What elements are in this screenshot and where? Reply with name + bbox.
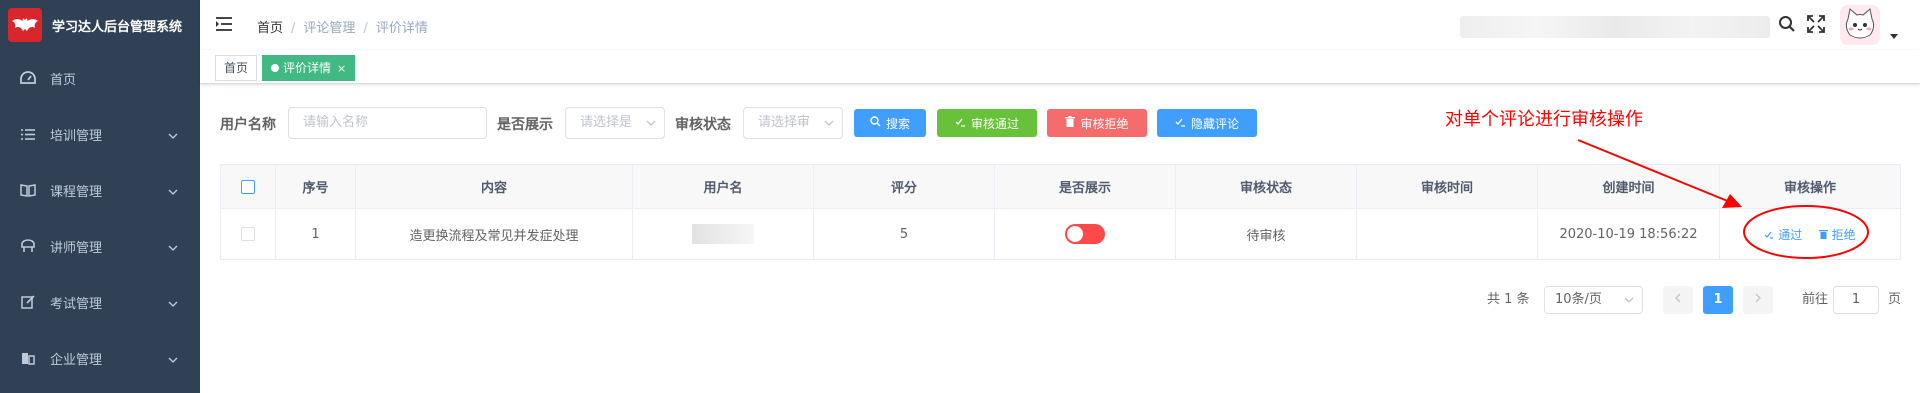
chevron-down-icon xyxy=(1624,287,1634,313)
annotation-ellipse xyxy=(1743,205,1869,259)
page-size-select[interactable]: 10条/页 xyxy=(1544,286,1643,314)
next-page-button[interactable] xyxy=(1743,286,1773,314)
goto-page-input[interactable]: 1 xyxy=(1833,286,1879,314)
goto-prefix: 前往 xyxy=(1802,292,1829,307)
pagination-total: 共 1 条 xyxy=(1487,292,1530,307)
chevron-left-icon xyxy=(1675,292,1681,307)
goto-suffix: 页 xyxy=(1888,292,1902,307)
page-1-button[interactable]: 1 xyxy=(1703,286,1733,314)
page-size-value: 10条/页 xyxy=(1555,292,1602,307)
chevron-right-icon xyxy=(1755,292,1761,307)
prev-page-button[interactable] xyxy=(1663,286,1693,314)
annotation-arrow xyxy=(1577,139,1742,208)
annotation-overlay xyxy=(1577,139,1869,259)
